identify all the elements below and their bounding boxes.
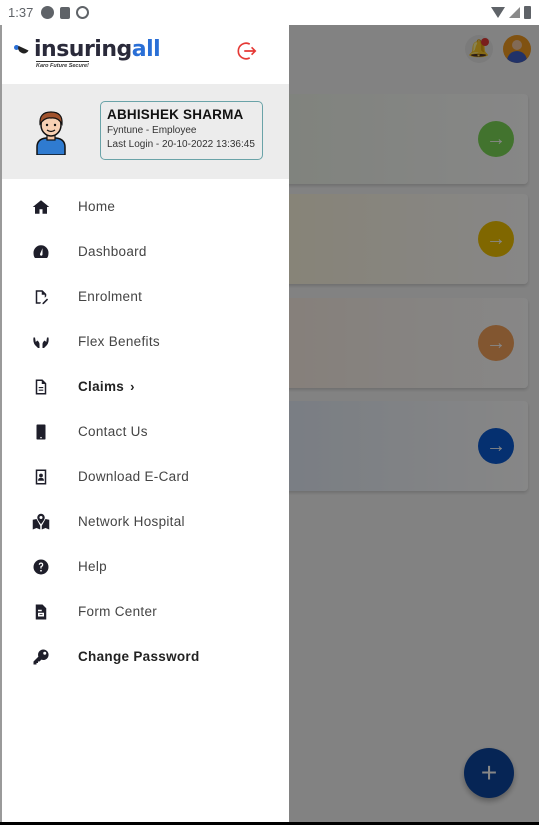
menu-item-dashboard[interactable]: Dashboard — [2, 229, 289, 274]
map-pin-icon — [31, 512, 51, 532]
menu-item-contact-us[interactable]: Contact Us — [2, 409, 289, 454]
profile-role: Fyntune - Employee — [107, 125, 197, 136]
dashboard-gauge-icon — [31, 242, 51, 262]
menu-item-enrolment[interactable]: Enrolment — [2, 274, 289, 319]
battery-icon — [524, 6, 531, 19]
menu-item-home[interactable]: Home — [2, 184, 289, 229]
form-document-icon — [31, 602, 51, 622]
chevron-right-icon: › — [130, 379, 135, 394]
menu-item-help[interactable]: Help — [2, 544, 289, 589]
key-icon — [31, 647, 51, 667]
profile-card: ABHISHEK SHARMA Fyntune - Employee Last … — [100, 101, 263, 160]
menu-item-network-hospital[interactable]: Network Hospital — [2, 499, 289, 544]
profile-avatar — [36, 111, 66, 155]
menu-item-download-e-card[interactable]: Download E-Card — [2, 454, 289, 499]
sd-card-icon — [60, 6, 71, 19]
mobile-phone-icon — [31, 422, 51, 442]
menu-label: Download E-Card — [78, 469, 190, 484]
cell-signal-icon — [509, 7, 520, 18]
question-circle-icon — [31, 557, 51, 577]
status-time: 1:37 — [8, 5, 34, 20]
brand-tagline: Karo Future Secure! — [36, 61, 89, 69]
navigation-drawer: insuringall Karo Future Secure! ABHISHEK… — [0, 25, 289, 825]
wifi-icon — [491, 7, 505, 18]
menu-item-change-password[interactable]: Change Password — [2, 634, 289, 679]
insuringall-logo: insuringall Karo Future Secure! — [14, 37, 161, 69]
menu-label: Home — [78, 199, 116, 214]
menu-item-claims[interactable]: Claims › — [2, 364, 289, 409]
menu-label: Form Center — [78, 604, 158, 619]
sync-disabled-icon — [76, 6, 90, 19]
file-edit-icon — [31, 287, 51, 307]
menu-label: Network Hospital — [78, 514, 185, 529]
logout-button[interactable] — [236, 40, 258, 62]
menu-item-flex-benefits[interactable]: Flex Benefits — [2, 319, 289, 364]
drawer-menu: Home Dashboard Enrolment Flex Benefits C… — [2, 179, 289, 679]
profile-last-login: Last Login - 20-10-2022 13:36:45 — [107, 139, 255, 150]
profile-name: ABHISHEK SHARMA — [107, 107, 244, 122]
hands-icon — [31, 332, 51, 352]
menu-label: Change Password — [78, 649, 200, 664]
id-card-icon — [31, 467, 51, 487]
brand-main: insuring — [34, 37, 132, 62]
drawer-header: insuringall Karo Future Secure! — [2, 25, 289, 84]
menu-label: Claims — [78, 379, 125, 394]
menu-label: Help — [78, 559, 107, 574]
brand-accent: all — [131, 37, 161, 62]
status-bar: 1:37 — [0, 0, 539, 25]
menu-label: Flex Benefits — [78, 334, 160, 349]
home-icon — [31, 197, 51, 217]
menu-item-form-center[interactable]: Form Center — [2, 589, 289, 634]
logo-mark-icon — [14, 45, 30, 55]
profile-section: ABHISHEK SHARMA Fyntune - Employee Last … — [2, 84, 289, 179]
menu-label: Contact Us — [78, 424, 148, 439]
menu-label: Dashboard — [78, 244, 147, 259]
menu-label: Enrolment — [78, 289, 143, 304]
logout-icon — [237, 42, 257, 60]
document-icon — [31, 377, 51, 397]
app-notification-icon — [41, 6, 55, 19]
